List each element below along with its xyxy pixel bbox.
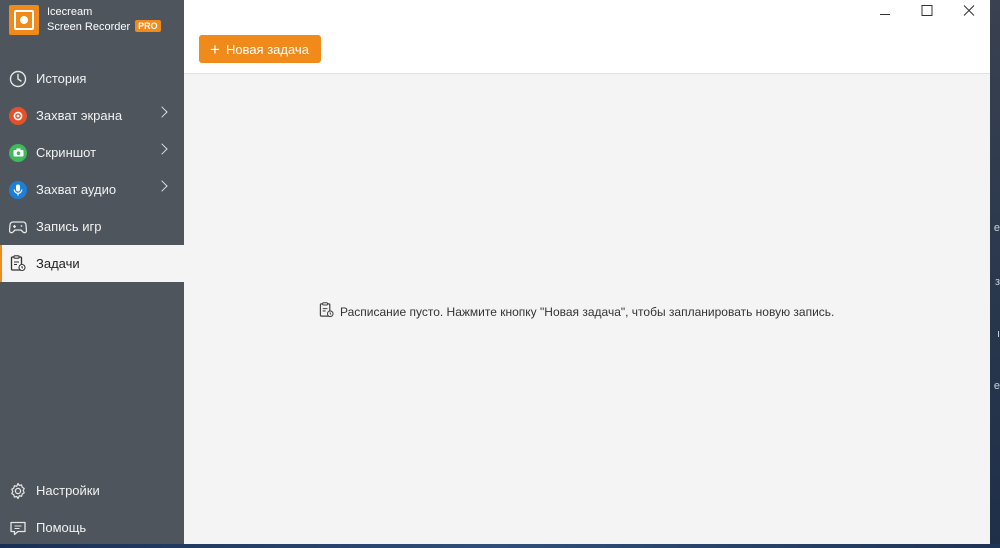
plus-icon: +: [210, 39, 220, 59]
pro-badge: PRO: [135, 20, 161, 32]
app-name: Icecream Screen Recorder PRO: [47, 5, 161, 35]
maximize-icon: [921, 5, 933, 16]
sidebar-item-game-recording[interactable]: Запись игр: [0, 208, 184, 245]
chevron-right-icon: [156, 143, 168, 155]
main-content: + Новая задача Расписание пусто. Нажмите…: [184, 0, 990, 544]
sidebar-item-label: Запись игр: [36, 219, 102, 234]
camera-icon: [8, 143, 28, 163]
desktop-text-fragment: e: [993, 222, 1000, 234]
help-icon: [8, 518, 28, 538]
task-list-icon: [8, 254, 28, 274]
minimize-icon: [880, 14, 890, 15]
app-logo-icon: [9, 5, 39, 35]
app-name-line1: Icecream: [47, 6, 93, 18]
task-list-icon: [319, 302, 334, 321]
app-window: Icecream Screen Recorder PRO История Захв…: [0, 0, 990, 544]
brand: Icecream Screen Recorder PRO: [9, 4, 161, 36]
desktop-text-fragment: з: [994, 276, 1000, 288]
sidebar-item-label: Помощь: [36, 520, 87, 535]
clock-icon: [8, 69, 28, 89]
new-task-button[interactable]: + Новая задача: [199, 35, 321, 63]
sidebar-item-label: История: [36, 71, 87, 86]
sidebar-item-history[interactable]: История: [0, 60, 184, 97]
gear-icon: [8, 481, 28, 501]
empty-state-message: Расписание пусто. Нажмите кнопку "Новая …: [340, 304, 835, 319]
sidebar-item-label: Захват экрана: [36, 108, 123, 123]
empty-state: Расписание пусто. Нажмите кнопку "Новая …: [319, 302, 834, 321]
sidebar-item-audio-capture[interactable]: Захват аудио: [0, 171, 184, 208]
sidebar-nav: История Захват экрана Скриншот Захват ау…: [0, 60, 184, 282]
desktop-text-fragment: e: [993, 380, 1000, 392]
record-icon: [8, 106, 28, 126]
sidebar-item-screen-capture[interactable]: Захват экрана: [0, 97, 184, 134]
close-button[interactable]: [946, 0, 992, 20]
sidebar-bottom-nav: Настройки Помощь: [0, 472, 184, 546]
top-toolbar: + Новая задача: [184, 0, 990, 74]
sidebar-item-label: Настройки: [36, 483, 100, 498]
sidebar-item-screenshot[interactable]: Скриншот: [0, 134, 184, 171]
sidebar-item-help[interactable]: Помощь: [0, 509, 184, 546]
sidebar-item-tasks[interactable]: Задачи: [0, 245, 184, 282]
new-task-label: Новая задача: [225, 41, 309, 57]
sidebar-item-label: Задачи: [36, 256, 80, 271]
minimize-button[interactable]: [862, 0, 908, 20]
close-icon: [963, 5, 975, 16]
chevron-right-icon: [156, 180, 168, 192]
desktop-background: e з ı e: [990, 0, 1000, 548]
microphone-icon: [8, 180, 28, 200]
maximize-button[interactable]: [904, 0, 950, 20]
gamepad-icon: [8, 217, 28, 237]
sidebar: Icecream Screen Recorder PRO История Захв…: [0, 0, 184, 544]
chevron-right-icon: [156, 106, 168, 118]
sidebar-item-label: Скриншот: [36, 145, 97, 160]
sidebar-item-label: Захват аудио: [36, 182, 117, 197]
sidebar-item-settings[interactable]: Настройки: [0, 472, 184, 509]
app-name-line2: Screen Recorder: [47, 21, 131, 33]
